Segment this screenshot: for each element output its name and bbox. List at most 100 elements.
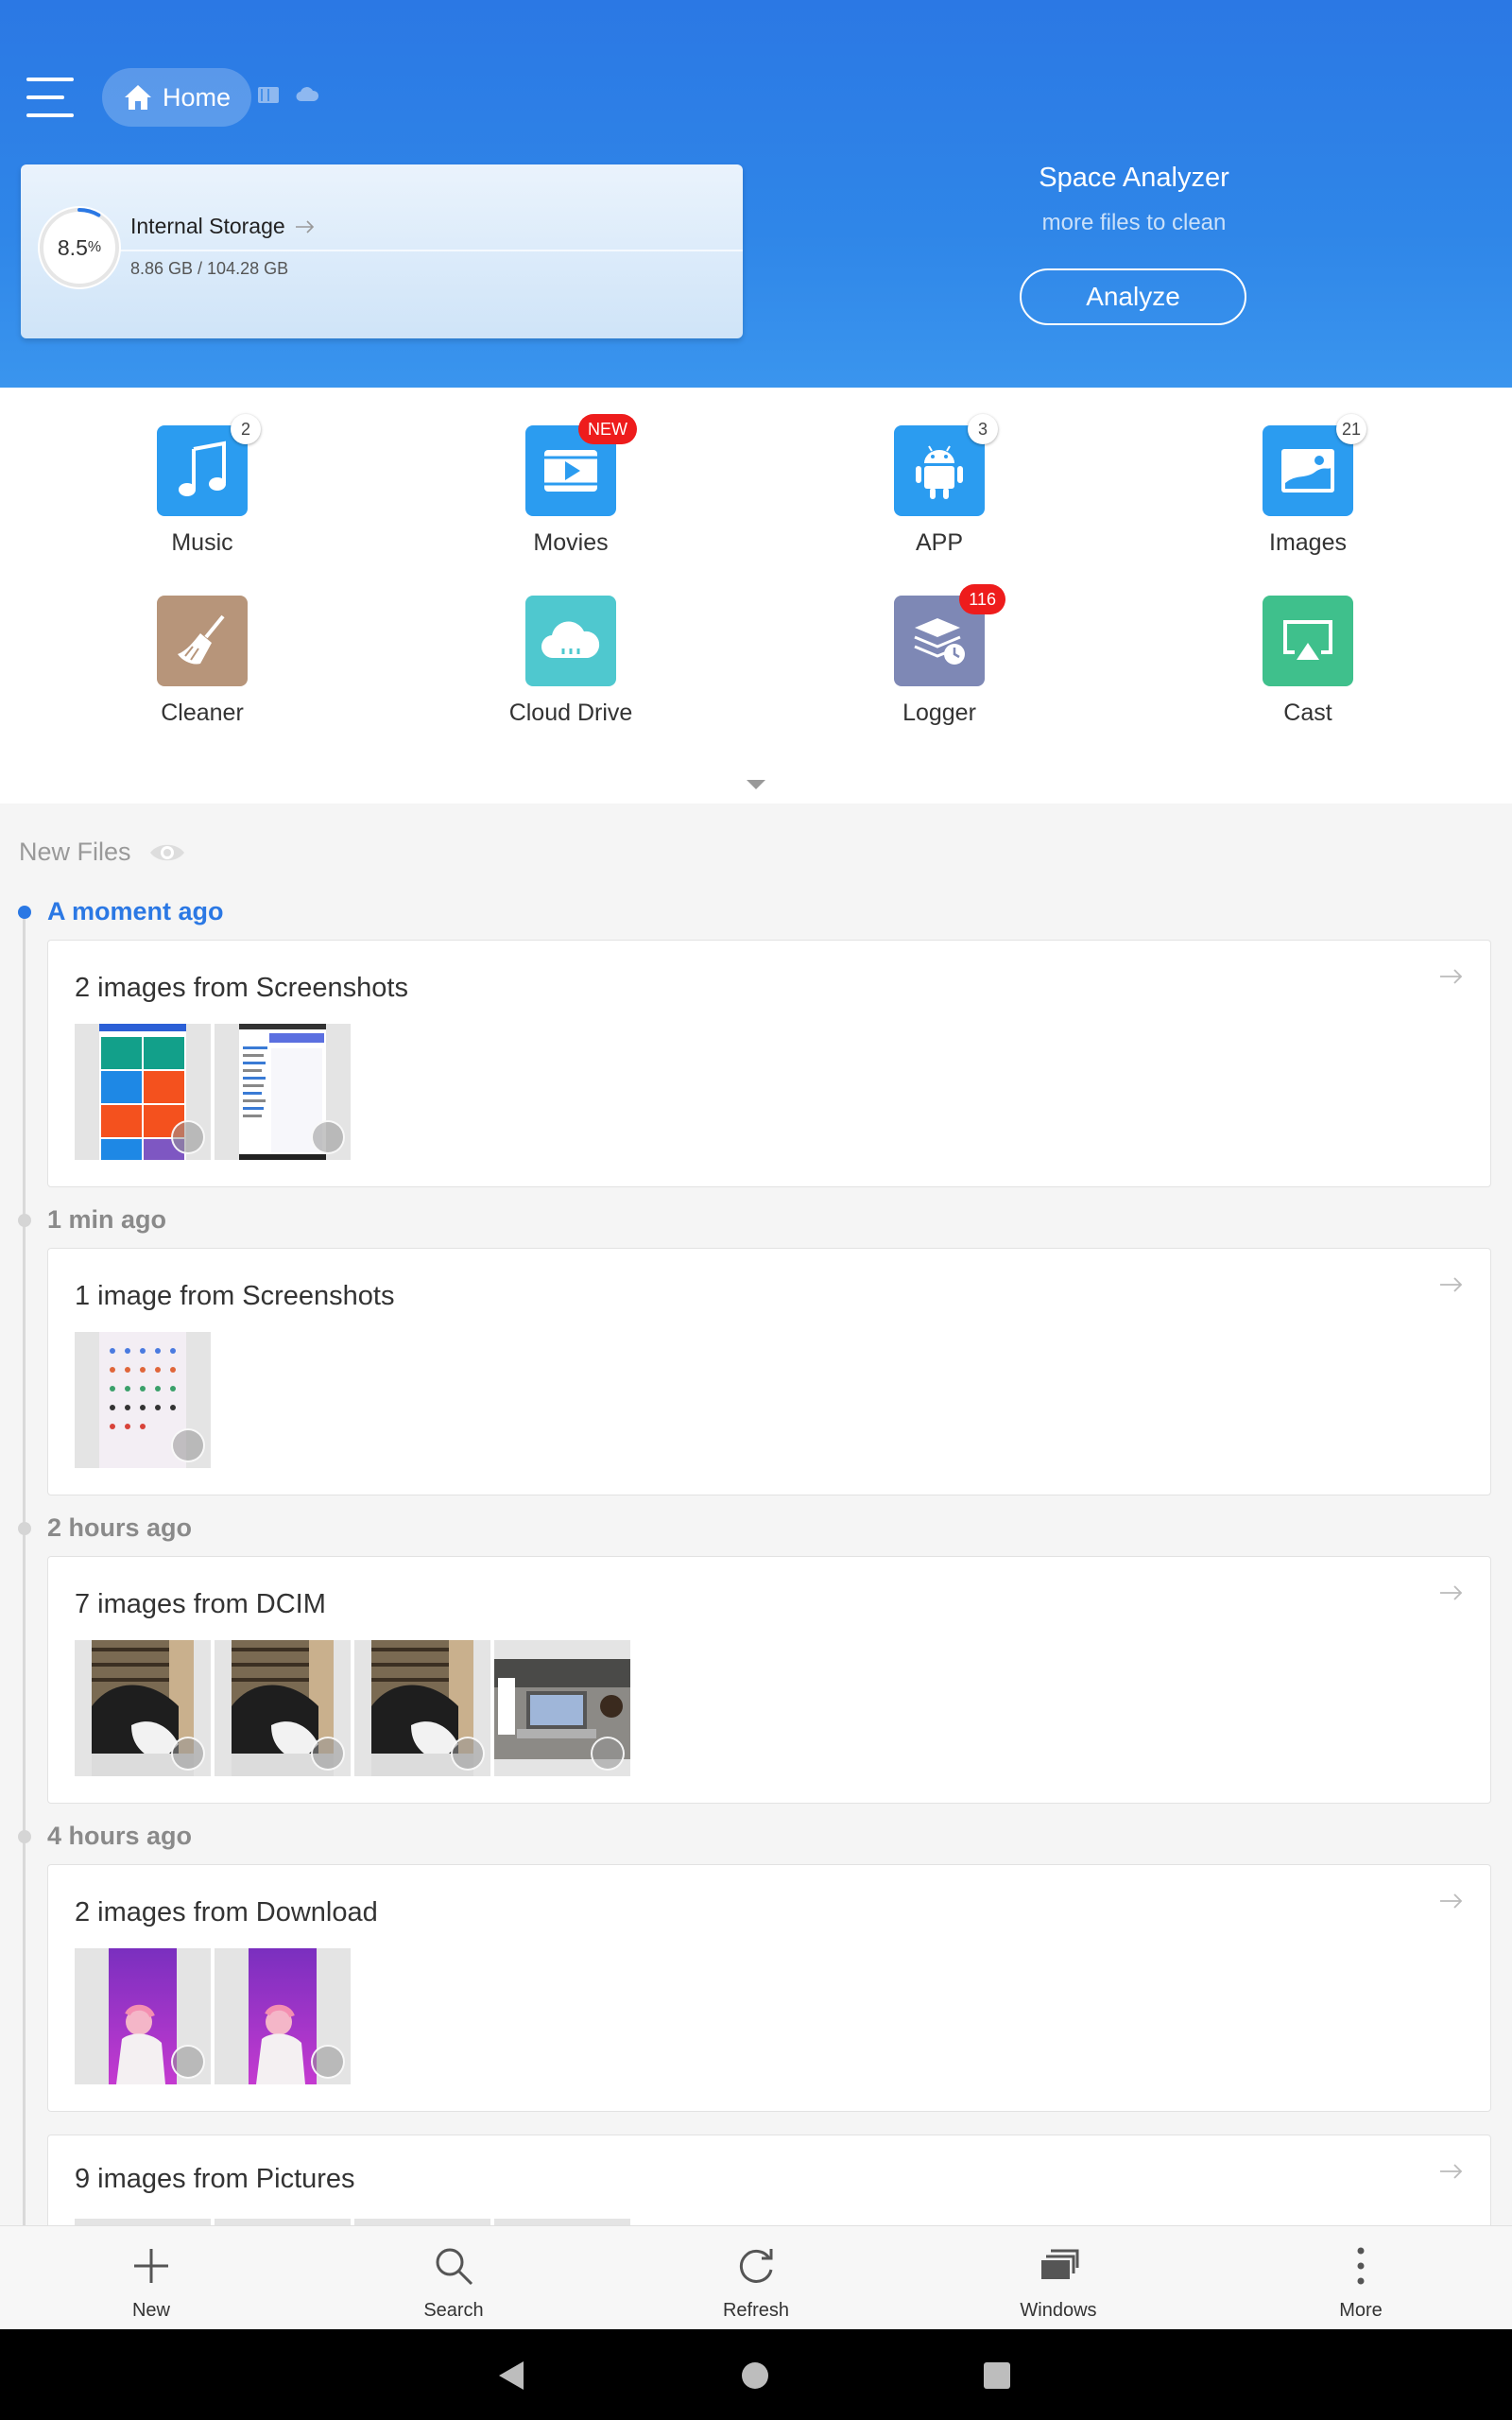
- arrow-right-icon: [295, 219, 314, 233]
- category-cleaner[interactable]: Cleaner: [108, 596, 297, 727]
- broom-icon: [178, 614, 225, 665]
- more-vertical-icon: [1357, 2247, 1365, 2285]
- category-label: Logger: [902, 700, 976, 726]
- refresh-button[interactable]: Refresh: [662, 2226, 850, 2330]
- plus-icon: [134, 2249, 168, 2283]
- thumbnail[interactable]: [75, 1640, 211, 1776]
- windows-icon: [1041, 2249, 1079, 2279]
- thumbnail[interactable]: [494, 1640, 630, 1776]
- file-group-title: 9 images from Pictures: [75, 2164, 355, 2194]
- windows-label: Windows: [1020, 2300, 1097, 2321]
- music-icon: [179, 441, 226, 496]
- select-circle[interactable]: [311, 2045, 345, 2079]
- arrow-right-icon[interactable]: [1439, 967, 1464, 986]
- category-label: Images: [1269, 529, 1347, 556]
- storage-title-label: Internal Storage: [130, 214, 285, 238]
- new-files-title: New Files: [19, 838, 131, 866]
- storage-percent: 8.5%: [36, 204, 123, 291]
- images-badge: 21: [1335, 414, 1366, 444]
- recents-icon[interactable]: [983, 2361, 1011, 2390]
- thumbnail[interactable]: [75, 1332, 211, 1468]
- cleaner-tile: [157, 596, 248, 686]
- home-nav-icon[interactable]: [741, 2361, 769, 2390]
- select-circle[interactable]: [451, 1737, 485, 1771]
- bottom-toolbar: New Search Refresh Windows More: [0, 2225, 1512, 2329]
- home-icon: [125, 85, 151, 110]
- file-group-card[interactable]: 7 images from DCIM: [47, 1556, 1491, 1804]
- breadcrumb-home-label: Home: [163, 82, 232, 112]
- category-label: Movies: [533, 529, 609, 556]
- category-movies[interactable]: NEW Movies: [476, 414, 665, 557]
- category-label: APP: [915, 529, 964, 556]
- file-group-card[interactable]: 1 image from Screenshots: [47, 1248, 1491, 1495]
- refresh-icon: [739, 2249, 773, 2283]
- logger-badge: 116: [959, 584, 1005, 614]
- arrow-right-icon[interactable]: [1439, 1275, 1464, 1294]
- timeline-dot: [18, 1214, 31, 1227]
- file-group-card[interactable]: 2 images from Download: [47, 1864, 1491, 2112]
- music-badge: 2: [231, 414, 261, 444]
- system-nav-bar: [0, 2329, 1512, 2420]
- movies-tile: NEW: [525, 414, 637, 516]
- search-button[interactable]: Search: [359, 2226, 548, 2330]
- windows-button[interactable]: Windows: [964, 2226, 1153, 2330]
- thumbnail[interactable]: [215, 1948, 351, 2084]
- select-circle[interactable]: [311, 1120, 345, 1154]
- file-group-title: 7 images from DCIM: [75, 1589, 326, 1619]
- file-group-card[interactable]: 9 images from Pictures: [47, 2135, 1491, 2238]
- logger-tile: 116: [894, 584, 1005, 686]
- category-cloud-drive[interactable]: Cloud Drive: [476, 596, 665, 727]
- menu-icon[interactable]: [26, 78, 74, 117]
- eye-icon[interactable]: [148, 840, 186, 865]
- arrow-right-icon[interactable]: [1439, 2162, 1464, 2181]
- cloud-icon: [296, 87, 319, 102]
- new-button[interactable]: New: [57, 2226, 246, 2330]
- thumbnail[interactable]: [75, 1024, 211, 1160]
- new-label: New: [131, 2300, 170, 2321]
- select-circle[interactable]: [311, 1737, 345, 1771]
- select-circle[interactable]: [171, 1737, 205, 1771]
- select-circle[interactable]: [171, 2045, 205, 2079]
- category-cast[interactable]: Cast: [1213, 596, 1402, 727]
- thumbnail[interactable]: [354, 1640, 490, 1776]
- file-group-card[interactable]: 2 images from Screenshots: [47, 940, 1491, 1187]
- timeline-dot: [18, 906, 31, 919]
- group-time: A moment ago: [47, 897, 224, 925]
- file-group-title: 1 image from Screenshots: [75, 1281, 395, 1311]
- thumbnail[interactable]: [215, 1640, 351, 1776]
- select-circle[interactable]: [171, 1120, 205, 1154]
- storage-size: 8.86 GB / 104.28 GB: [130, 259, 289, 278]
- category-music[interactable]: 2 Music: [108, 414, 297, 557]
- back-icon[interactable]: [497, 2360, 525, 2392]
- arrow-right-icon[interactable]: [1439, 1892, 1464, 1910]
- category-app[interactable]: 3 APP: [845, 414, 1034, 557]
- group-time: 1 min ago: [47, 1205, 167, 1234]
- thumbnail[interactable]: [215, 1024, 351, 1160]
- app-tile: 3: [894, 414, 998, 516]
- storage-percent-value: 8.5: [57, 234, 88, 260]
- internal-storage-card[interactable]: 8.5% Internal Storage 8.86 GB / 104.28 G…: [21, 164, 743, 338]
- movies-badge: NEW: [578, 414, 637, 444]
- logger-icon: [914, 618, 965, 665]
- chevron-down-icon[interactable]: [745, 777, 767, 792]
- arrow-right-icon[interactable]: [1439, 1583, 1464, 1602]
- timeline-line: [23, 911, 26, 2235]
- more-button[interactable]: More: [1266, 2226, 1455, 2330]
- group-time: 2 hours ago: [47, 1513, 193, 1542]
- breadcrumb-home[interactable]: Home: [102, 68, 251, 127]
- storage-card-icon: [258, 87, 279, 103]
- app-badge: 3: [968, 414, 998, 444]
- category-logger[interactable]: 116 Logger: [845, 584, 1034, 727]
- analyze-button[interactable]: Analyze: [1020, 268, 1246, 325]
- select-circle[interactable]: [171, 1428, 205, 1462]
- file-group-title: 2 images from Screenshots: [75, 973, 408, 1003]
- space-analyzer-title: Space Analyzer: [1039, 163, 1229, 193]
- select-circle[interactable]: [591, 1737, 625, 1771]
- search-label: Search: [423, 2300, 484, 2321]
- thumbnail[interactable]: [75, 1948, 211, 2084]
- category-images[interactable]: 21 Images: [1213, 414, 1402, 557]
- thumbnail-strip: [75, 1640, 630, 1776]
- refresh-label: Refresh: [722, 2300, 790, 2321]
- image-icon: [1281, 449, 1334, 493]
- category-label: Music: [171, 529, 233, 556]
